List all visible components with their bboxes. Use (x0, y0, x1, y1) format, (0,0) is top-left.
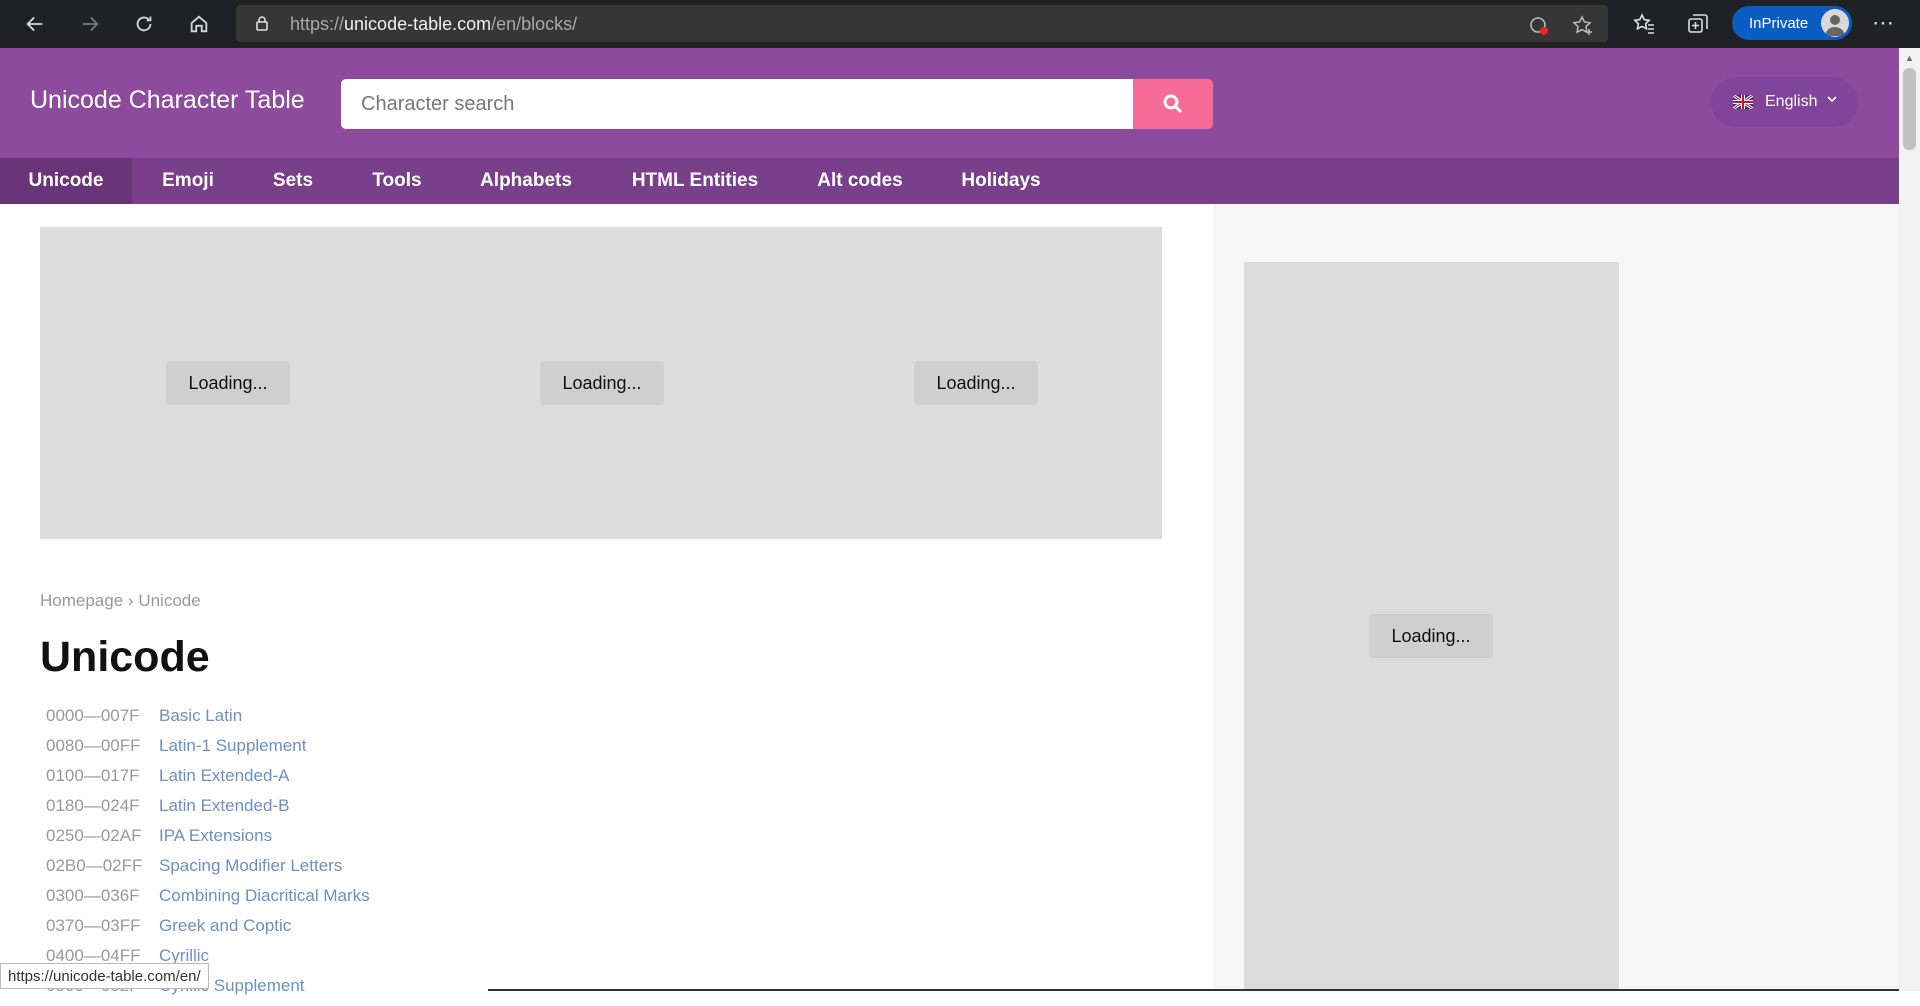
refresh-icon[interactable] (128, 8, 160, 40)
breadcrumb-home-link[interactable]: Homepage (40, 591, 123, 610)
search-input[interactable] (341, 79, 1133, 129)
inprivate-label: InPrivate (1749, 14, 1809, 32)
nav-sets[interactable]: Sets (244, 158, 342, 204)
search-icon (1163, 94, 1183, 114)
tracking-prevention-icon[interactable] (1528, 15, 1550, 37)
home-icon[interactable] (183, 8, 215, 40)
uk-flag-icon (1733, 95, 1753, 109)
block-link[interactable]: Spacing Modifier Letters (159, 856, 342, 876)
block-range: 0250—02AF (46, 826, 142, 845)
block-link[interactable]: Combining Diacritical Marks (159, 886, 370, 906)
address-bar[interactable]: https://unicode-table.com/en/blocks/ (236, 5, 1608, 42)
site-nav: Unicode Emoji Sets Tools Alphabets HTML … (0, 158, 1899, 204)
language-selector[interactable]: English (1711, 77, 1858, 127)
nav-unicode[interactable]: Unicode (0, 158, 132, 204)
nav-holidays[interactable]: Holidays (930, 158, 1072, 204)
lock-icon[interactable] (254, 15, 270, 31)
scroll-up-icon[interactable]: ▲ (1905, 53, 1914, 63)
block-link[interactable]: Basic Latin (159, 706, 242, 726)
block-range: 0080—00FF (46, 736, 141, 755)
block-link[interactable]: Latin-1 Supplement (159, 736, 306, 756)
block-range: 0370—03FF (46, 916, 141, 935)
block-link[interactable]: IPA Extensions (159, 826, 272, 846)
block-range: 0100—017F (46, 766, 140, 785)
block-link[interactable]: Greek and Coptic (159, 916, 291, 936)
block-range: 0000—007F (46, 706, 140, 725)
breadcrumb-current: Unicode (138, 591, 201, 610)
profile-avatar-icon (1821, 9, 1849, 37)
banner-ad[interactable]: Loading... Loading... Loading... (40, 227, 1162, 539)
block-link[interactable]: Latin Extended-A (159, 766, 289, 786)
site-header: Unicode Character Table English (0, 48, 1899, 158)
breadcrumb: Homepage › Unicode (40, 591, 201, 611)
block-range: 0300—036F (46, 886, 140, 905)
chevron-down-icon (1827, 96, 1837, 103)
loading-indicator: Loading... (1369, 614, 1493, 658)
more-menu-icon[interactable]: ⋯ (1872, 10, 1896, 36)
block-link[interactable]: Latin Extended-B (159, 796, 289, 816)
site-logo[interactable]: Unicode Character Table (30, 86, 305, 115)
browser-toolbar: https://unicode-table.com/en/blocks/ InP… (0, 0, 1920, 48)
language-label: English (1765, 93, 1818, 110)
block-range: 02B0—02FF (46, 856, 143, 875)
collections-icon[interactable] (1686, 12, 1710, 36)
block-range: 0180—024F (46, 796, 140, 815)
page-scrollbar[interactable]: ▲ (1899, 48, 1920, 991)
nav-html-entities[interactable]: HTML Entities (600, 158, 790, 204)
url-text: https://unicode-table.com/en/blocks/ (290, 14, 578, 34)
nav-alt-codes[interactable]: Alt codes (790, 158, 930, 204)
loading-indicator: Loading... (540, 361, 664, 405)
search-box (341, 79, 1133, 129)
loading-indicator: Loading... (914, 361, 1038, 405)
favorites-icon[interactable] (1632, 12, 1656, 36)
nav-emoji[interactable]: Emoji (132, 158, 244, 204)
inprivate-button[interactable]: InPrivate (1732, 6, 1852, 40)
add-favorite-icon[interactable] (1572, 15, 1594, 37)
nav-alphabets[interactable]: Alphabets (452, 158, 600, 204)
forward-icon (74, 8, 106, 40)
loading-indicator: Loading... (166, 361, 290, 405)
sidebar-ad[interactable]: Loading... (1244, 262, 1619, 991)
status-bar-url: https://unicode-table.com/en/ (0, 963, 209, 989)
search-button[interactable] (1133, 79, 1213, 129)
nav-tools[interactable]: Tools (342, 158, 452, 204)
back-icon[interactable] (19, 8, 51, 40)
page-title: Unicode (40, 633, 210, 681)
breadcrumb-separator: › (127, 591, 134, 610)
scrollbar-thumb[interactable] (1903, 68, 1916, 150)
